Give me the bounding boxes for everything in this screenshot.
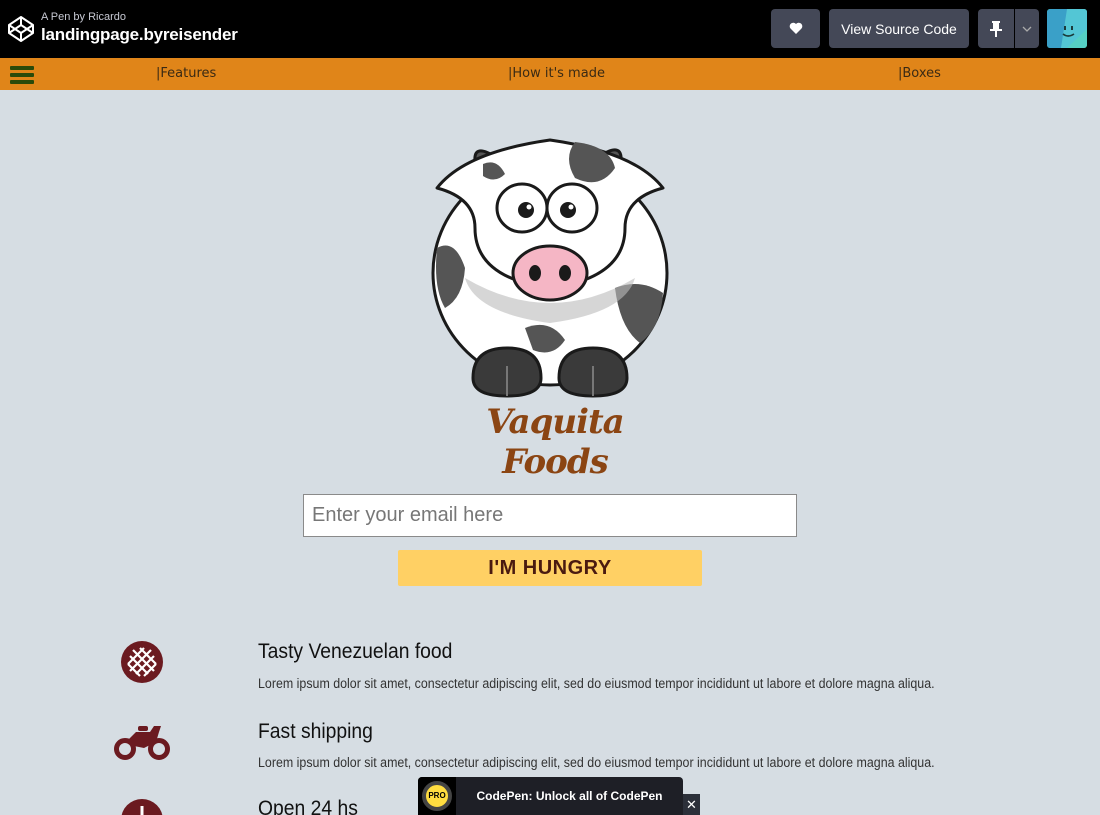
pin-icon [990, 20, 1002, 37]
heart-icon [789, 22, 802, 34]
chevron-down-icon [1022, 26, 1032, 32]
pin-dropdown-button[interactable] [1015, 9, 1039, 48]
hamburger-menu-icon[interactable] [10, 66, 36, 86]
feature-title: Tasty Venezuelan food [258, 640, 453, 663]
cow-logo-icon [431, 138, 669, 398]
email-input[interactable] [303, 494, 797, 537]
nav-link-features[interactable]: |Features [156, 66, 216, 81]
pin-button[interactable] [978, 9, 1014, 48]
user-avatar[interactable] [1047, 9, 1087, 48]
feature-description: Lorem ipsum dolor sit amet, consectetur … [258, 676, 935, 691]
view-source-button[interactable]: View Source Code [829, 9, 969, 48]
im-hungry-button[interactable]: I'M HUNGRY [398, 550, 702, 586]
brand-name: Vaquita Foods [486, 402, 624, 482]
waffle-icon [121, 641, 163, 683]
close-icon[interactable]: ✕ [683, 794, 700, 815]
heart-button[interactable] [771, 9, 820, 48]
avatar-icon [1047, 9, 1087, 48]
codepen-pro-banner[interactable]: PRO CodePen: Unlock all of CodePen [418, 777, 683, 815]
nav-link-how-its-made[interactable]: |How it's made [508, 66, 605, 81]
feature-title: Open 24 hs [258, 797, 358, 815]
pen-info: A Pen by Ricardo landingpage.byreisender [41, 10, 238, 46]
pro-badge-icon: PRO [418, 777, 456, 815]
site-nav: |Features |How it's made |Boxes [0, 58, 1100, 90]
pro-banner-text: CodePen: Unlock all of CodePen [476, 789, 663, 803]
pen-title: landingpage.byreisender [41, 25, 238, 44]
codepen-logo-icon[interactable] [7, 15, 35, 43]
codepen-header: A Pen by Ricardo landingpage.byreisender… [0, 0, 1100, 58]
nav-link-boxes[interactable]: |Boxes [898, 66, 941, 81]
clock-icon [121, 799, 163, 815]
pen-byline[interactable]: A Pen by Ricardo [41, 10, 238, 24]
motorcycle-icon [114, 726, 170, 760]
feature-title: Fast shipping [258, 720, 373, 743]
feature-description: Lorem ipsum dolor sit amet, consectetur … [258, 755, 935, 770]
